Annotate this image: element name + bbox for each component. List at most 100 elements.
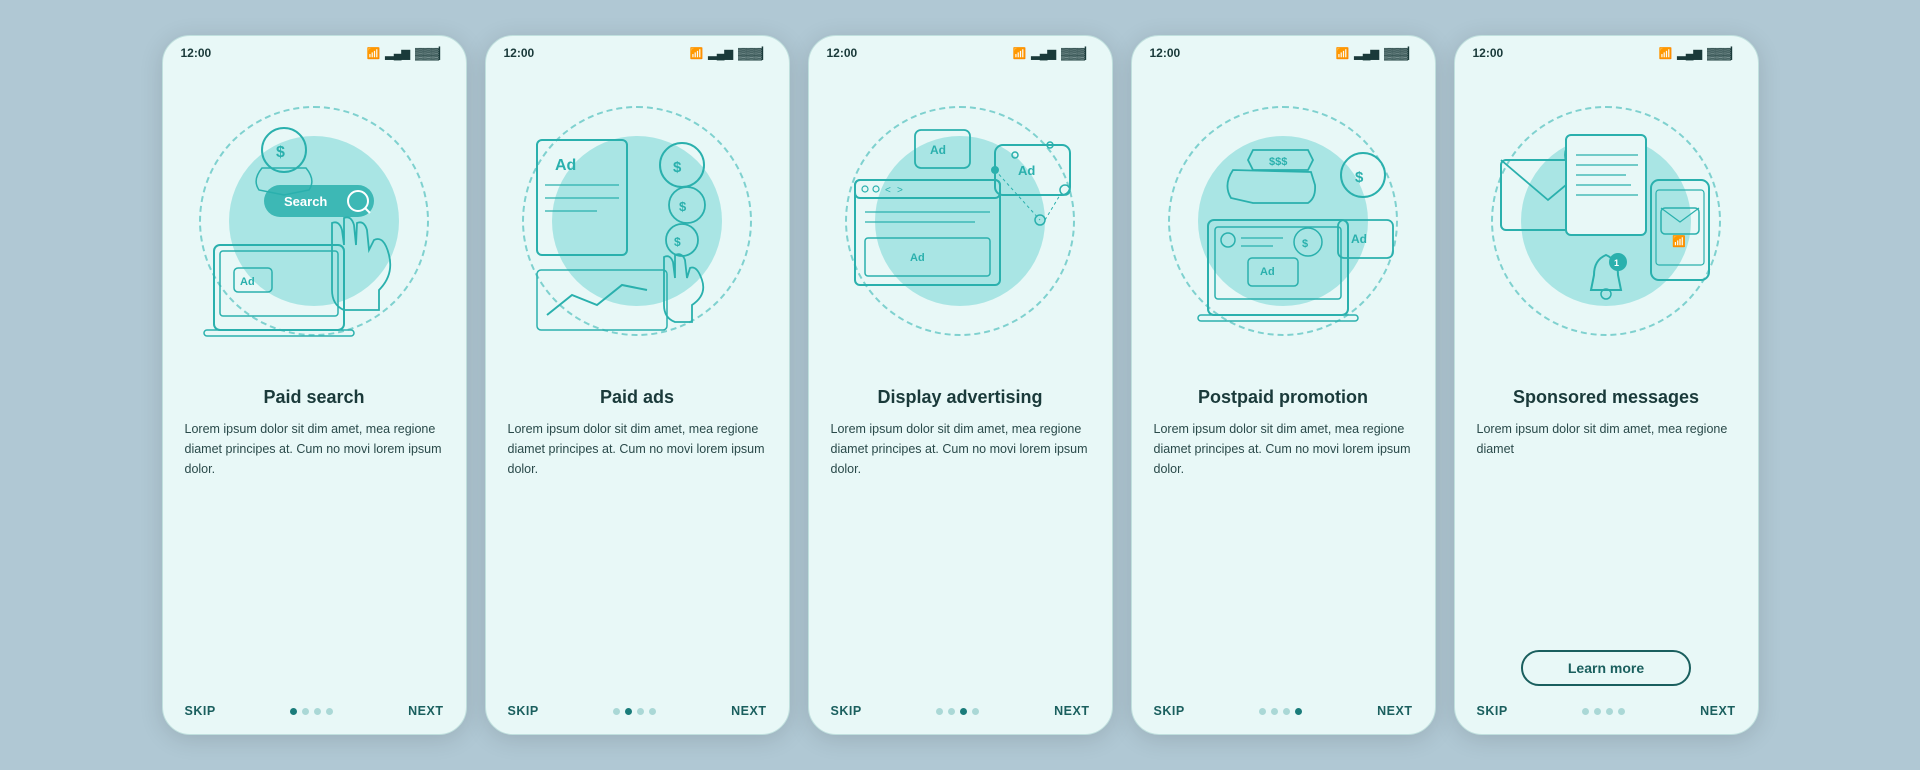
- body-display-ads: Lorem ipsum dolor sit dim amet, mea regi…: [831, 419, 1090, 695]
- next-btn-5[interactable]: NEXT: [1700, 704, 1735, 718]
- status-bar-1: 12:00 📶 ▂▄▆ ▓▓▓▏: [163, 36, 466, 66]
- svg-text:$: $: [276, 144, 285, 161]
- dot-3-3: [960, 708, 967, 715]
- battery-icon-4: ▓▓▓▏: [1384, 47, 1417, 60]
- skip-btn-2[interactable]: SKIP: [508, 704, 539, 718]
- svg-text:$: $: [674, 235, 681, 249]
- svg-sponsored: $ 📶 1: [1476, 90, 1736, 360]
- svg-text:$$$: $$$: [1269, 156, 1287, 168]
- signal-icon-4: ▂▄▆: [1354, 47, 1379, 60]
- body-paid-search: Lorem ipsum dolor sit dim amet, mea regi…: [185, 419, 444, 695]
- svg-text:$: $: [1302, 238, 1308, 250]
- status-icons-2: 📶 ▂▄▆ ▓▓▓▏: [690, 47, 771, 60]
- time-3: 12:00: [827, 46, 858, 60]
- svg-text:Ad: Ad: [1351, 232, 1367, 246]
- body-postpaid: Lorem ipsum dolor sit dim amet, mea regi…: [1154, 419, 1413, 695]
- title-postpaid: Postpaid promotion: [1154, 386, 1413, 409]
- nav-bar-4: SKIP NEXT: [1132, 694, 1435, 734]
- time-5: 12:00: [1473, 46, 1504, 60]
- content-paid-ads: Paid ads Lorem ipsum dolor sit dim amet,…: [486, 376, 789, 694]
- dot-1-3: [314, 708, 321, 715]
- content-display-ads: Display advertising Lorem ipsum dolor si…: [809, 376, 1112, 694]
- title-sponsored: Sponsored messages: [1477, 386, 1736, 409]
- dot-3-1: [936, 708, 943, 715]
- dot-4-3: [1283, 708, 1290, 715]
- svg-text:📶: 📶: [1672, 235, 1686, 248]
- nav-bar-1: SKIP NEXT: [163, 694, 466, 734]
- skip-btn-1[interactable]: SKIP: [185, 704, 216, 718]
- content-paid-search: Paid search Lorem ipsum dolor sit dim am…: [163, 376, 466, 694]
- dot-1-2: [302, 708, 309, 715]
- svg-text:Ad: Ad: [1018, 163, 1035, 178]
- dot-2-3: [637, 708, 644, 715]
- screen-postpaid-promotion: 12:00 📶 ▂▄▆ ▓▓▓▏ Ad: [1131, 35, 1436, 735]
- wifi-icon-3: 📶: [1013, 47, 1027, 60]
- screen-display-advertising: 12:00 📶 ▂▄▆ ▓▓▓▏ < >: [808, 35, 1113, 735]
- dot-2-4: [649, 708, 656, 715]
- nav-bar-3: SKIP NEXT: [809, 694, 1112, 734]
- nav-bar-2: SKIP NEXT: [486, 694, 789, 734]
- svg-text:Ad: Ad: [1260, 266, 1275, 278]
- svg-text:>: >: [897, 185, 903, 196]
- svg-text:$: $: [1355, 169, 1364, 186]
- battery-icon-5: ▓▓▓▏: [1707, 47, 1740, 60]
- svg-postpaid: Ad $ $$$ $ Ad: [1153, 90, 1413, 360]
- dot-5-4: [1618, 708, 1625, 715]
- time-2: 12:00: [504, 46, 535, 60]
- status-icons-5: 📶 ▂▄▆ ▓▓▓▏: [1659, 47, 1740, 60]
- dot-3-2: [948, 708, 955, 715]
- status-icons-3: 📶 ▂▄▆ ▓▓▓▏: [1013, 47, 1094, 60]
- dot-4-1: [1259, 708, 1266, 715]
- signal-icon: ▂▄▆: [385, 47, 410, 60]
- skip-btn-3[interactable]: SKIP: [831, 704, 862, 718]
- next-btn-2[interactable]: NEXT: [731, 704, 766, 718]
- status-bar-4: 12:00 📶 ▂▄▆ ▓▓▓▏: [1132, 36, 1435, 66]
- next-btn-3[interactable]: NEXT: [1054, 704, 1089, 718]
- illustration-display-ads: < > Ad Ad Ad: [809, 66, 1112, 376]
- screen-paid-search: 12:00 📶 ▂▄▆ ▓▓▓▏ Ad: [162, 35, 467, 735]
- dot-4-4: [1295, 708, 1302, 715]
- body-sponsored: Lorem ipsum dolor sit dim amet, mea regi…: [1477, 419, 1736, 641]
- signal-icon-3: ▂▄▆: [1031, 47, 1056, 60]
- dot-2-1: [613, 708, 620, 715]
- battery-icon: ▓▓▓▏: [415, 47, 448, 60]
- wifi-icon: 📶: [367, 47, 381, 60]
- illustration-paid-ads: Ad $ $ $: [486, 66, 789, 376]
- time-1: 12:00: [181, 46, 212, 60]
- dots-4: [1259, 708, 1302, 715]
- svg-text:Ad: Ad: [240, 276, 255, 288]
- battery-icon-2: ▓▓▓▏: [738, 47, 771, 60]
- dots-1: [290, 708, 333, 715]
- dot-4-2: [1271, 708, 1278, 715]
- dots-2: [613, 708, 656, 715]
- dot-5-1: [1582, 708, 1589, 715]
- svg-text:Ad: Ad: [930, 143, 946, 157]
- skip-btn-4[interactable]: SKIP: [1154, 704, 1185, 718]
- screen-sponsored-messages: 12:00 📶 ▂▄▆ ▓▓▓▏ $: [1454, 35, 1759, 735]
- dot-1-1: [290, 708, 297, 715]
- signal-icon-2: ▂▄▆: [708, 47, 733, 60]
- illustration-postpaid: Ad $ $$$ $ Ad: [1132, 66, 1435, 376]
- dot-5-3: [1606, 708, 1613, 715]
- dots-3: [936, 708, 979, 715]
- learn-more-button[interactable]: Learn more: [1521, 650, 1691, 686]
- next-btn-4[interactable]: NEXT: [1377, 704, 1412, 718]
- title-paid-search: Paid search: [185, 386, 444, 409]
- illustration-sponsored: $ 📶 1: [1455, 66, 1758, 376]
- content-sponsored: Sponsored messages Lorem ipsum dolor sit…: [1455, 376, 1758, 694]
- dot-2-2: [625, 708, 632, 715]
- skip-btn-5[interactable]: SKIP: [1477, 704, 1508, 718]
- title-display-ads: Display advertising: [831, 386, 1090, 409]
- next-btn-1[interactable]: NEXT: [408, 704, 443, 718]
- svg-text:Ad: Ad: [910, 252, 925, 264]
- status-icons-4: 📶 ▂▄▆ ▓▓▓▏: [1336, 47, 1417, 60]
- dot-5-2: [1594, 708, 1601, 715]
- screens-container: 12:00 📶 ▂▄▆ ▓▓▓▏ Ad: [162, 35, 1759, 735]
- signal-icon-5: ▂▄▆: [1677, 47, 1702, 60]
- wifi-icon-5: 📶: [1659, 47, 1673, 60]
- status-bar-3: 12:00 📶 ▂▄▆ ▓▓▓▏: [809, 36, 1112, 66]
- title-paid-ads: Paid ads: [508, 386, 767, 409]
- dot-1-4: [326, 708, 333, 715]
- svg-text:Ad: Ad: [555, 157, 576, 174]
- wifi-icon-2: 📶: [690, 47, 704, 60]
